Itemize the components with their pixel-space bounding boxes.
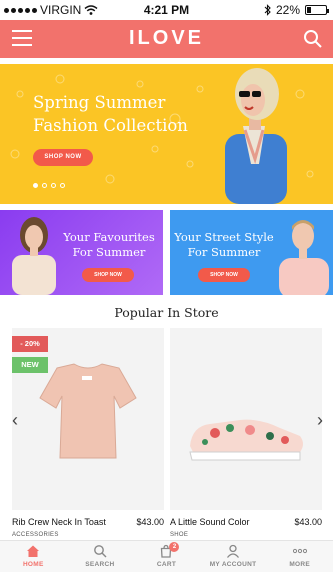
battery-fill (307, 7, 311, 13)
cart-count-badge: 2 (169, 542, 180, 552)
carousel-prev-arrow[interactable]: ‹ (12, 410, 18, 431)
battery-icon (305, 5, 329, 15)
carousel-next-arrow[interactable]: › (317, 410, 323, 431)
discount-badge: - 20% (12, 336, 48, 352)
section-title: Popular In Store (114, 305, 219, 320)
nav-label: HOME (22, 561, 44, 568)
promo-favourites-line2: For Summer (72, 245, 146, 259)
account-icon (227, 544, 240, 558)
promo-street-style-shop-now-button[interactable]: SHOP NOW (198, 268, 250, 282)
search-icon[interactable] (303, 29, 323, 49)
product-price: $43.00 (294, 517, 322, 527)
promo-street-style[interactable]: Your Street Style For Summer SHOP NOW (170, 210, 333, 295)
product-card-sound-color[interactable] (170, 328, 322, 510)
carousel-dots[interactable] (33, 183, 65, 188)
home-icon (27, 545, 40, 557)
promo-street-style-line2: For Summer (187, 245, 261, 259)
product-image-shoe (189, 419, 303, 461)
nav-label: MY ACCOUNT (209, 561, 257, 568)
product-name[interactable]: A Little Sound Color (170, 517, 250, 527)
promo-favourites-text: Your Favourites For Summer (55, 230, 163, 260)
nav-label: SEARCH (85, 561, 115, 568)
hero-title: Spring Summer Fashion Collection (33, 91, 213, 137)
product-category: ACCESSORIES (12, 532, 59, 538)
hero-title-line2: Fashion Collection (33, 116, 188, 135)
battery-percent: 22% (275, 3, 300, 17)
nav-label: CART (156, 561, 177, 568)
app-title: ILOVE (128, 27, 204, 49)
promo-street-style-text: Your Street Style For Summer (172, 230, 276, 260)
carousel-dot[interactable] (51, 183, 56, 188)
product-category: SHOE (170, 532, 189, 538)
search-icon (93, 545, 107, 558)
promo-favourites-shop-now-button[interactable]: SHOP NOW (82, 268, 134, 282)
nav-account[interactable]: MY ACCOUNT (200, 541, 267, 572)
hero-model-image (225, 68, 287, 204)
carousel-dot[interactable] (33, 183, 38, 188)
nav-label: MORE (289, 561, 311, 568)
bottom-nav: HOME SEARCH 2 CART MY ACCOUNT MORE (0, 540, 333, 572)
more-icon (292, 548, 307, 554)
status-bar: VIRGIN 4:21 PM 22% (0, 0, 333, 20)
hero-shop-now-button[interactable]: SHOP NOW (33, 149, 93, 166)
promo-favourites-line1: Your Favourites (63, 230, 155, 244)
product-image-top (39, 363, 137, 459)
promo-street-style-line1: Your Street Style (174, 230, 274, 244)
status-right: 22% (264, 3, 329, 17)
app-header: ILOVE (0, 20, 333, 58)
new-badge: NEW (12, 357, 48, 373)
nav-more[interactable]: MORE (266, 541, 333, 572)
carousel-dot[interactable] (42, 183, 47, 188)
product-card-rib-crew-neck[interactable]: - 20% NEW (12, 328, 164, 510)
carousel-dot[interactable] (60, 183, 65, 188)
nav-home[interactable]: HOME (0, 541, 67, 572)
promo-favourites[interactable]: Your Favourites For Summer SHOP NOW (0, 210, 163, 295)
hero-title-line1: Spring Summer (33, 93, 166, 112)
product-name[interactable]: Rib Crew Neck In Toast (12, 517, 106, 527)
promo-street-style-model-image (279, 220, 329, 295)
product-price: $43.00 (136, 517, 164, 527)
nav-search[interactable]: SEARCH (67, 541, 134, 572)
bluetooth-icon (264, 4, 271, 16)
nav-cart[interactable]: 2 CART (133, 541, 200, 572)
hero-banner[interactable]: Spring Summer Fashion Collection SHOP NO… (0, 64, 333, 204)
